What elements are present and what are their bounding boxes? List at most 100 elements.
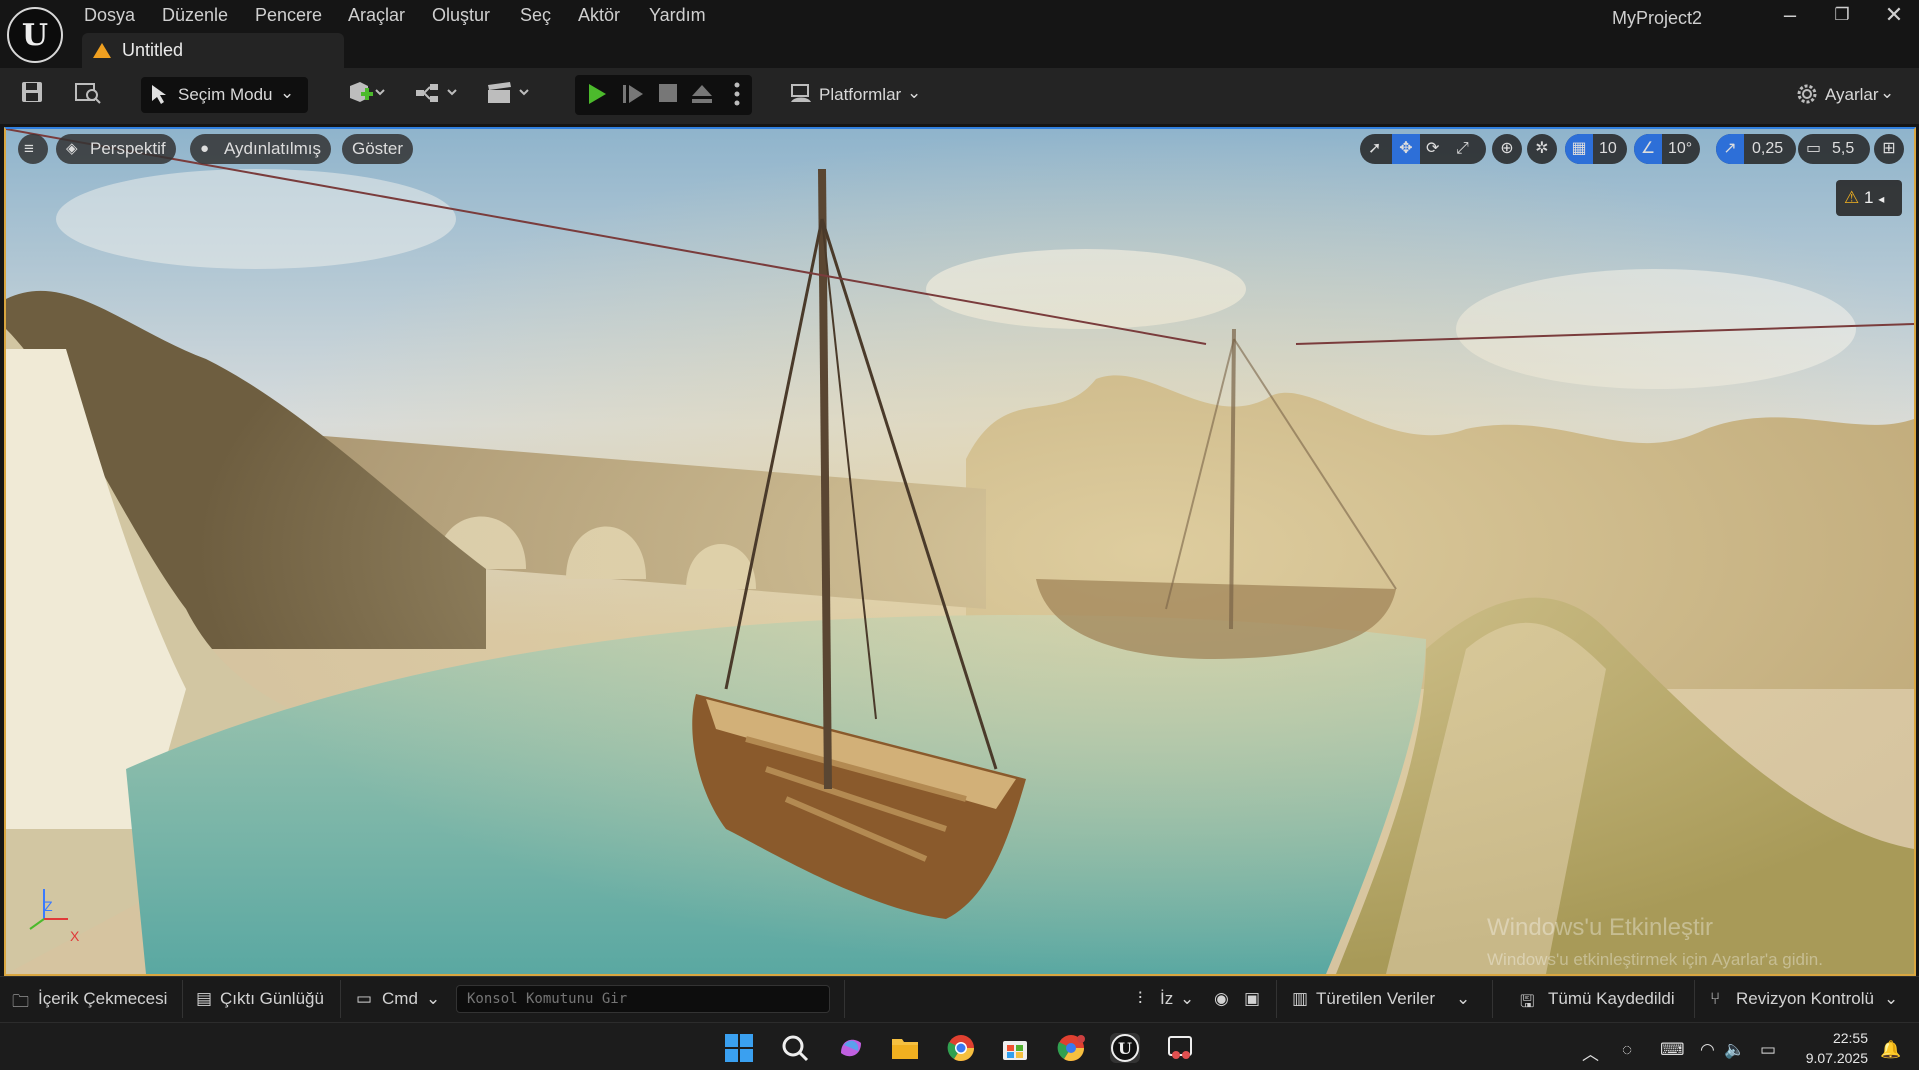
move-tool-icon[interactable]: ✥ [1392, 134, 1420, 164]
terminal-icon: ▭ [356, 989, 373, 1008]
divider [1694, 980, 1695, 1018]
content-drawer-icon: 🗀 [12, 992, 29, 1011]
mode-label: Seçim Modu [178, 85, 273, 104]
perspective-label: Perspektif [90, 139, 166, 158]
axis-z-label: Z [44, 898, 53, 914]
sphere-icon: ● [200, 140, 210, 157]
lighting-label: Aydınlatılmış [224, 139, 322, 158]
branch-icon: ⑂ [1710, 989, 1721, 1008]
content-drawer-button[interactable]: İçerik Çekmecesi [38, 989, 167, 1009]
cmd-dropdown[interactable]: Cmd [382, 989, 418, 1009]
menu-edit[interactable]: Düzenle [162, 5, 228, 26]
save-all-icon: 🖫 [1520, 992, 1535, 1011]
grid-snap-toggle[interactable]: ▦ 10 [1565, 134, 1627, 164]
surface-snap-icon[interactable]: ✲ [1527, 134, 1557, 164]
perspective-button[interactable]: ◈ Perspektif [56, 134, 176, 164]
clock-time[interactable]: 22:55 [1826, 1030, 1868, 1046]
menu-tools[interactable]: Araçlar [348, 5, 405, 26]
eject-icon[interactable] [690, 82, 714, 112]
camera-speed-button[interactable]: ▭ 5,5 [1798, 134, 1870, 164]
chevron-down-icon: ⌄ [280, 83, 295, 102]
screenshot-icon[interactable]: ▣ [1244, 989, 1260, 1009]
step-icon[interactable] [621, 82, 645, 112]
derived-data-button[interactable]: Türetilen Veriler [1316, 989, 1435, 1009]
battery-icon[interactable]: ▭ [1760, 1040, 1776, 1060]
stop-icon[interactable] [657, 82, 679, 110]
lighting-button[interactable]: ● Aydınlatılmış [190, 134, 332, 164]
scale-snap-toggle[interactable]: ↗ 0,25 [1716, 134, 1796, 164]
chrome-icon[interactable] [946, 1033, 976, 1063]
chevron-down-icon: ⌄ [1884, 989, 1899, 1008]
rotate-tool-icon[interactable]: ⟳ [1426, 134, 1439, 164]
microsoft-store-icon[interactable] [1000, 1033, 1030, 1063]
windows-start-icon[interactable] [724, 1033, 754, 1063]
copilot-icon[interactable] [836, 1033, 866, 1063]
save-all-button[interactable]: Tümü Kaydedildi [1548, 989, 1675, 1009]
output-log-button[interactable]: Çıktı Günlüğü [220, 989, 324, 1009]
warning-icon: ⚠ [1844, 188, 1860, 207]
platforms-button[interactable]: Platformlar [819, 85, 901, 105]
notification-icon[interactable]: 🔔 [1880, 1040, 1901, 1060]
snipping-tool-icon[interactable] [1166, 1033, 1196, 1063]
unreal-engine-icon[interactable]: U [1110, 1033, 1140, 1063]
blueprint-icon[interactable] [414, 80, 460, 112]
cube-icon: ◈ [66, 140, 78, 157]
scale-tool-icon[interactable]: ⤢ [1456, 134, 1469, 164]
hamburger-menu-icon[interactable]: ≡ [18, 134, 48, 164]
activation-watermark-title: Windows'u Etkinleştir [1487, 914, 1713, 941]
rotation-snap-toggle[interactable]: ∠ 10° [1634, 134, 1700, 164]
more-options-icon[interactable] [733, 80, 741, 114]
add-actor-icon[interactable] [346, 80, 386, 112]
menu-help[interactable]: Yardım [649, 5, 706, 26]
menu-window[interactable]: Pencere [255, 5, 322, 26]
menu-file[interactable]: Dosya [84, 5, 135, 26]
close-icon[interactable]: ✕ [1874, 2, 1914, 28]
menu-select[interactable]: Seç [520, 5, 551, 26]
settings-button[interactable]: Ayarlar [1825, 85, 1879, 105]
record-icon[interactable]: ◉ [1214, 989, 1229, 1009]
minimize-icon[interactable]: – [1770, 2, 1810, 28]
console-command-input[interactable] [456, 985, 830, 1013]
menu-build[interactable]: Oluştur [432, 5, 490, 26]
volume-icon[interactable]: 🔈 [1724, 1040, 1745, 1060]
menu-actor[interactable]: Aktör [578, 5, 620, 26]
svg-text:U: U [1118, 1039, 1132, 1058]
warning-badge[interactable]: ⚠ 1 ◂ [1836, 180, 1902, 216]
level-viewport[interactable] [4, 127, 1916, 976]
unreal-logo-icon[interactable]: U [7, 7, 63, 63]
world-local-icon[interactable]: ⊕ [1492, 134, 1522, 164]
select-tool-icon[interactable]: ➚ [1368, 134, 1381, 164]
restore-icon[interactable]: ❐ [1822, 5, 1862, 25]
warning-count: 1 [1863, 188, 1874, 207]
chevron-up-icon[interactable]: ︿ [1582, 1040, 1599, 1065]
trace-dropdown[interactable]: İz [1160, 989, 1173, 1009]
clock-date[interactable]: 9.07.2025 [1796, 1050, 1868, 1066]
cinematics-icon[interactable] [486, 80, 532, 112]
divider [1492, 980, 1493, 1018]
search-icon[interactable] [780, 1033, 810, 1063]
output-log-icon: ▤ [196, 989, 213, 1008]
select-mode-icon [149, 82, 171, 112]
keyboard-icon[interactable]: ⌨ [1660, 1040, 1685, 1060]
derived-data-icon: ▥ [1292, 989, 1309, 1008]
content-browser-icon[interactable] [74, 80, 102, 110]
angle-icon: ∠ [1634, 134, 1662, 164]
activation-watermark-text: Windows'u etkinleştirmek için Ayarlar'a … [1487, 950, 1823, 969]
divider [844, 980, 845, 1018]
play-icon[interactable] [585, 82, 609, 112]
chevron-left-icon: ◂ [1878, 192, 1885, 206]
project-name: MyProject2 [1612, 8, 1703, 28]
wifi-icon[interactable]: ◠ [1700, 1040, 1715, 1060]
chevron-down-icon: ⌄ [907, 83, 922, 102]
trace-icon: ⫶ [1138, 989, 1143, 1008]
save-icon[interactable] [20, 80, 44, 110]
onedrive-icon[interactable]: ◌ [1622, 1040, 1632, 1060]
chevron-down-icon: ⌄ [1456, 989, 1471, 1008]
show-button[interactable]: Göster [342, 134, 414, 164]
level-tab-label: Untitled [122, 40, 184, 60]
revision-control-button[interactable]: Revizyon Kontrolü [1736, 989, 1874, 1009]
file-explorer-icon[interactable] [890, 1033, 920, 1063]
viewport-layout-icon[interactable]: ⊞ [1874, 134, 1904, 164]
camera-icon: ▭ [1806, 140, 1822, 157]
chrome-profile-icon[interactable] [1056, 1033, 1086, 1063]
